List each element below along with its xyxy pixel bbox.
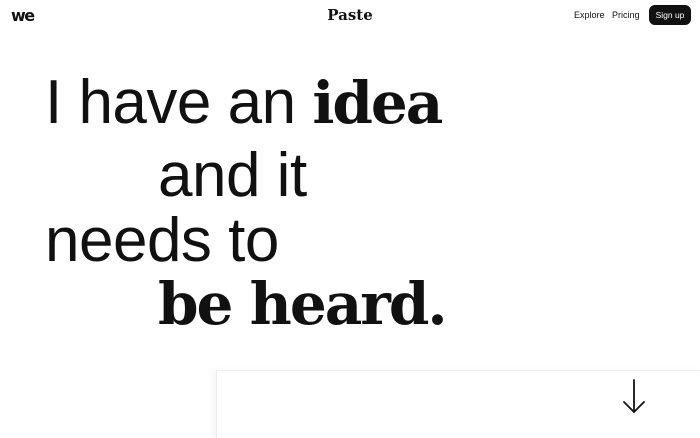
signup-button[interactable]: Sign up (649, 5, 691, 25)
arrow-down-icon-svg (623, 379, 645, 413)
nav-link-explore[interactable]: Explore (574, 10, 605, 21)
hero-line-1-regular: I have an (45, 68, 313, 137)
nav-link-pricing[interactable]: Pricing (612, 10, 640, 21)
hero-line-1-bold: idea (312, 69, 443, 137)
hero-line-4: be heard. (158, 270, 448, 338)
brand-title[interactable]: Paste (327, 6, 373, 24)
hero-line-2: and it (158, 141, 307, 210)
hero-line-3: needs to (45, 206, 279, 275)
arrow-down-icon[interactable] (622, 379, 646, 415)
we-logo[interactable]: we (11, 8, 35, 24)
hero-line-1: I have an idea (45, 69, 443, 137)
top-nav: we Paste Explore Pricing Sign up (0, 0, 700, 31)
